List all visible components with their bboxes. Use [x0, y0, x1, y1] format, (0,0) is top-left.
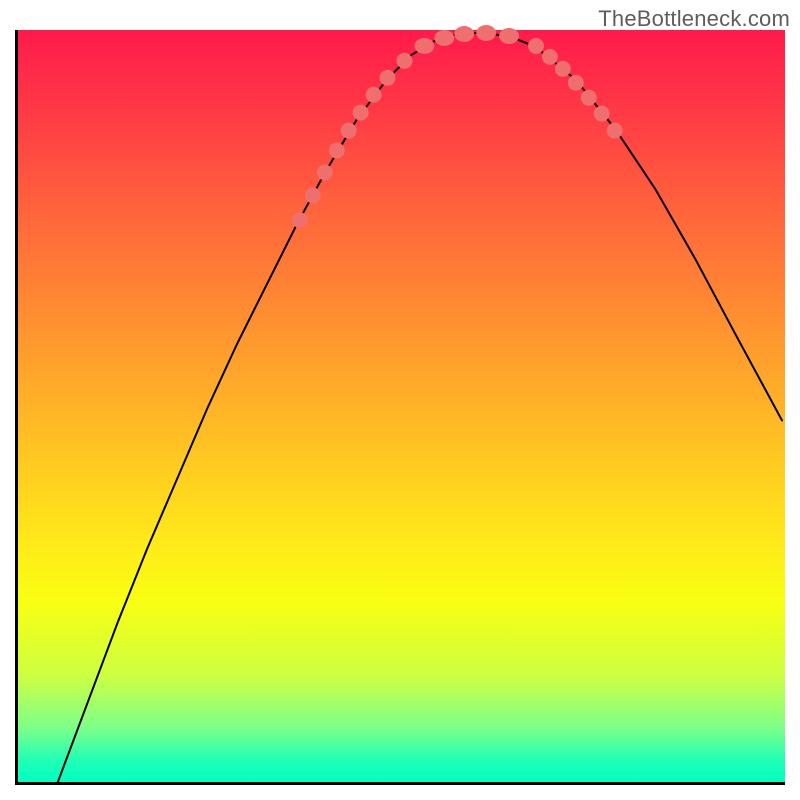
curve-layer — [18, 30, 785, 782]
curve-marker — [353, 105, 369, 121]
watermark-text: TheBottleneck.com — [598, 6, 790, 32]
curve-marker — [476, 25, 496, 41]
plot-area — [15, 30, 785, 785]
chart-container: TheBottleneck.com — [0, 0, 800, 800]
curve-marker — [581, 90, 597, 106]
curve-marker — [528, 38, 544, 54]
bottleneck-curve — [58, 33, 782, 782]
curve-marker — [568, 75, 584, 91]
curve-marker — [317, 164, 333, 180]
curve-marker — [542, 49, 558, 65]
curve-marker — [292, 212, 308, 228]
curve-marker — [434, 30, 454, 46]
curve-marker — [607, 123, 623, 139]
curve-marker — [380, 70, 396, 86]
curve-marker — [454, 26, 474, 42]
curve-marker — [366, 87, 382, 103]
curve-marker — [397, 53, 413, 69]
curve-marker — [341, 123, 357, 139]
curve-marker — [555, 61, 571, 77]
curve-marker — [305, 187, 321, 203]
curve-marker — [499, 28, 519, 44]
curve-marker — [414, 38, 434, 54]
curve-marker — [329, 143, 345, 159]
curve-marker — [594, 106, 610, 122]
marker-group — [292, 25, 623, 228]
